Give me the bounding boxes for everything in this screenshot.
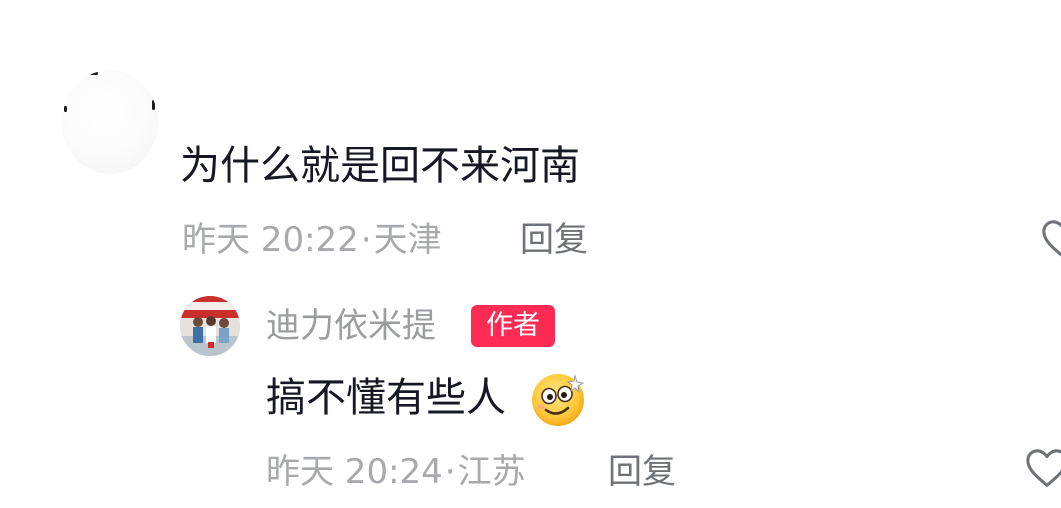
author-badge: 作者 [471,305,555,347]
author-username[interactable]: 迪力依米提 [266,303,436,349]
comment-meta: 昨天 20:22·天津 [182,218,442,262]
heart-outline-icon[interactable] [1024,446,1061,492]
dizzy-smile-emoji-icon [532,374,585,426]
comment-thread: 为什么就是回不来河南 昨天 20:22·天津 回复 迪力依米提 作者 搞不懂有些… [0,0,1061,508]
reply-button[interactable]: 回复 [608,450,676,494]
reply-location: 江苏 [457,452,526,492]
author-avatar[interactable] [180,296,240,356]
reply-text: 搞不懂有些人 [266,375,506,421]
reply-button[interactable]: 回复 [520,218,588,262]
avatar[interactable] [62,70,158,174]
reply-meta: 昨天 20:24·江苏 [266,450,526,494]
meta-separator: · [360,220,372,260]
comment-time: 昨天 20:22 [182,220,359,260]
heart-outline-icon[interactable] [1040,217,1061,263]
comment-text: 为什么就是回不来河南 [180,143,580,189]
comment-location: 天津 [373,220,442,260]
meta-separator: · [444,452,456,492]
reply-time: 昨天 20:24 [266,452,443,492]
